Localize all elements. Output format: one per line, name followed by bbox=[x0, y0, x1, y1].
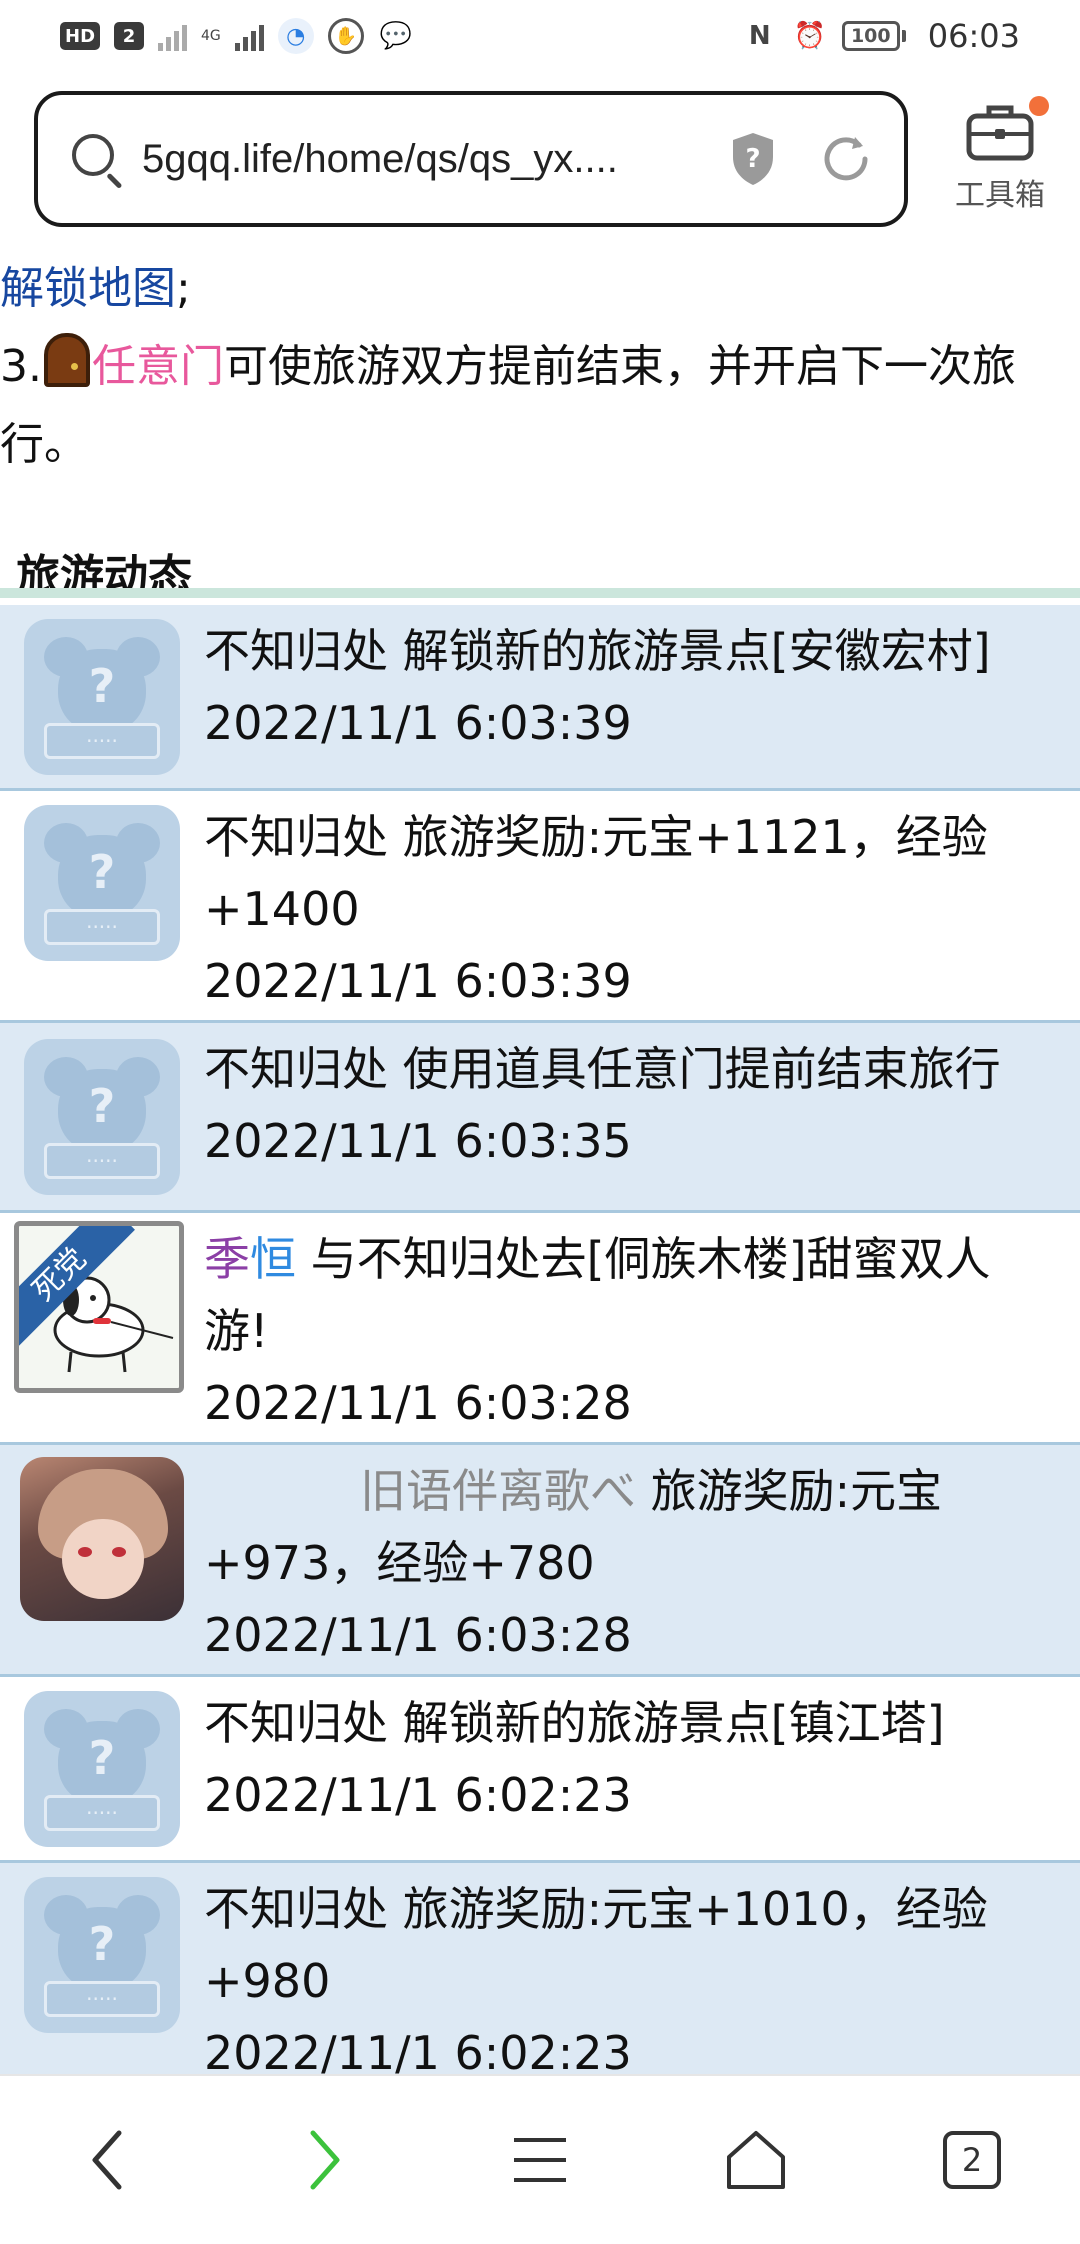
sim-indicator: 2 bbox=[114, 22, 145, 50]
battery-icon: 100 bbox=[841, 21, 906, 51]
toolbox-icon bbox=[965, 96, 1049, 162]
battery-level: 100 bbox=[841, 21, 900, 51]
feed-text: 不知归处 解锁新的旅游景点[镇江塔] bbox=[204, 1696, 945, 1750]
clock: 06:03 bbox=[927, 17, 1020, 55]
page-content: 解锁地图; 3. 任意门可使旅游双方提前结束，并开启下一次旅行。 旅游动态 ? ··… bbox=[0, 250, 1080, 2097]
url-field[interactable]: 5gqq.life/home/qs/qs_yx.... bbox=[142, 137, 694, 182]
feed-text: 不知归处 使用道具任意门提前结束旅行 bbox=[204, 1042, 1001, 1096]
intro-line-1: 解锁地图; bbox=[0, 263, 191, 314]
hd-indicator: HD bbox=[60, 22, 101, 50]
tabs-icon: 2 bbox=[943, 2131, 1001, 2189]
intro-line-3: 3. 任意门可使旅游双方提前结束，并开启下一次旅行。 bbox=[0, 328, 1080, 484]
placeholder-avatar[interactable]: ? ····· bbox=[24, 1877, 180, 2033]
feed-text: 不知归处 旅游奖励:元宝+1121，经验+1400 bbox=[204, 810, 988, 936]
notification-dot bbox=[1029, 96, 1049, 116]
forward-button[interactable] bbox=[264, 2100, 384, 2220]
feed-time: 2022/11/1 6:03:28 bbox=[204, 1376, 632, 1430]
feed-row: ? ····· 不知归处 解锁新的旅游景点[镇江塔] 2022/11/1 6:02… bbox=[0, 1677, 1080, 1863]
feed-row: ? ····· 不知归处 使用道具任意门提前结束旅行 2022/11/1 6:03… bbox=[0, 1023, 1080, 1213]
feed-text: 与不知归处去[侗族木楼]甜蜜双人游! bbox=[204, 1232, 991, 1358]
user-name-link-2[interactable]: 恒 bbox=[250, 1232, 296, 1286]
door-item-link[interactable]: 任意门 bbox=[92, 341, 224, 392]
shield-icon[interactable]: ? bbox=[728, 131, 778, 187]
toolbox-button[interactable]: 工具箱 bbox=[940, 96, 1060, 230]
unlock-map-link[interactable]: 解锁地图 bbox=[0, 263, 176, 314]
alarm-icon: ⏰ bbox=[793, 21, 826, 51]
signal-icon-2 bbox=[234, 21, 264, 51]
menu-icon bbox=[514, 2138, 566, 2182]
feed-time: 2022/11/1 6:03:28 bbox=[204, 1608, 632, 1662]
app-notification-icon: ◔ bbox=[277, 18, 314, 54]
toolbox-label: 工具箱 bbox=[955, 178, 1045, 213]
feed-time: 2022/11/1 6:03:35 bbox=[204, 1114, 632, 1168]
placeholder-avatar[interactable]: ? ····· bbox=[24, 1691, 180, 1847]
forward-icon bbox=[310, 2130, 340, 2190]
feed-row: ? ····· 不知归处 解锁新的旅游景点[安徽宏村] 2022/11/1 6:0… bbox=[0, 605, 1080, 791]
user-name-link[interactable]: 旧语伴离歌べ bbox=[360, 1464, 636, 1518]
status-right: N ⏰ 100 06:03 bbox=[742, 17, 1020, 55]
placeholder-avatar[interactable]: ? ····· bbox=[24, 1039, 180, 1195]
hand-icon: ✋ bbox=[327, 18, 364, 54]
address-bar[interactable]: 5gqq.life/home/qs/qs_yx.... ? bbox=[34, 91, 908, 227]
travel-feed: ? ····· 不知归处 解锁新的旅游景点[安徽宏村] 2022/11/1 6:0… bbox=[0, 605, 1080, 2097]
feed-row: ? ····· 不知归处 旅游奖励:元宝+1010，经验+980 2022/11/… bbox=[0, 1863, 1080, 2097]
user-name-link[interactable]: 季 bbox=[204, 1232, 250, 1286]
intro-text: 解锁地图; 3. 任意门可使旅游双方提前结束，并开启下一次旅行。 bbox=[0, 250, 1080, 484]
placeholder-avatar[interactable]: ? ····· bbox=[24, 619, 180, 775]
wechat-icon: 💬 bbox=[379, 21, 412, 51]
feed-row: 死党 季恒 与不知归处去[侗族木楼]甜蜜双人游! 2022/11/1 6:03:… bbox=[0, 1213, 1080, 1445]
nfc-icon: N bbox=[748, 21, 771, 51]
tabs-button[interactable]: 2 bbox=[912, 2100, 1032, 2220]
feed-text: 不知归处 解锁新的旅游景点[安徽宏村] bbox=[204, 624, 991, 678]
anime-avatar[interactable] bbox=[20, 1457, 184, 1621]
feed-row: ? ····· 不知归处 旅游奖励:元宝+1121，经验+1400 2022/11… bbox=[0, 791, 1080, 1023]
back-icon bbox=[92, 2130, 122, 2190]
status-left: HD 2 4G ◔ ✋ 💬 bbox=[60, 18, 414, 54]
placeholder-avatar[interactable]: ? ····· bbox=[24, 805, 180, 961]
search-icon[interactable] bbox=[68, 130, 126, 189]
dog-avatar[interactable]: 死党 bbox=[14, 1221, 184, 1393]
menu-button[interactable] bbox=[480, 2100, 600, 2220]
feed-text: 不知归处 旅游奖励:元宝+1010，经验+980 bbox=[204, 1882, 988, 2008]
network-type-label: 4G bbox=[201, 28, 221, 44]
section-divider bbox=[0, 588, 1080, 598]
signal-icon bbox=[158, 21, 188, 51]
svg-text:?: ? bbox=[745, 144, 760, 174]
status-bar: HD 2 4G ◔ ✋ 💬 N ⏰ 100 06:03 bbox=[0, 0, 1080, 72]
reload-icon[interactable] bbox=[818, 131, 874, 187]
back-button[interactable] bbox=[48, 2100, 168, 2220]
feed-time: 2022/11/1 6:03:39 bbox=[204, 696, 632, 750]
door-icon bbox=[43, 333, 90, 387]
home-icon bbox=[727, 2131, 785, 2189]
bottom-nav: 2 bbox=[0, 2074, 1080, 2244]
home-button[interactable] bbox=[696, 2100, 816, 2220]
feed-row: 旧语伴离歌べ 旅游奖励:元宝+973，经验+780 2022/11/1 6:03… bbox=[0, 1445, 1080, 1677]
feed-time: 2022/11/1 6:02:23 bbox=[204, 1768, 632, 1822]
feed-time: 2022/11/1 6:03:39 bbox=[204, 954, 632, 1008]
